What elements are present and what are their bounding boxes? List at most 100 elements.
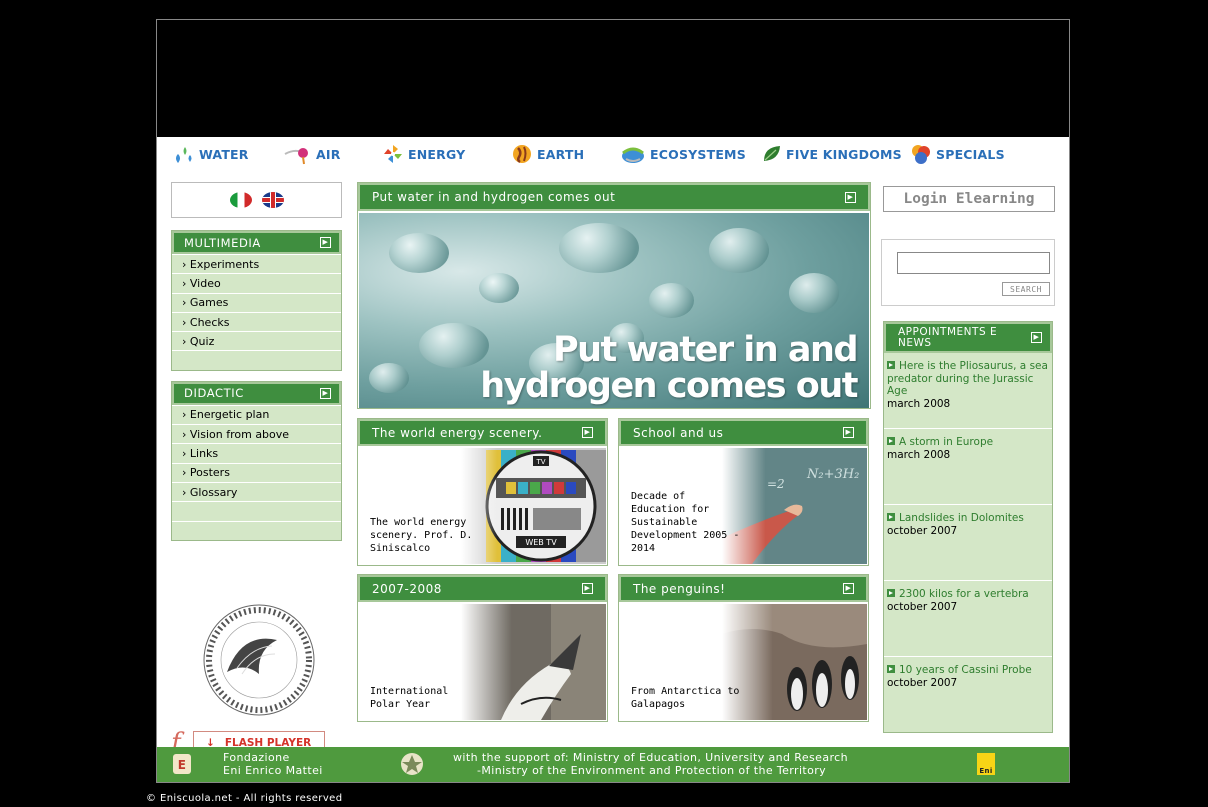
nav-ecosystems-label: ECOSYSTEMS xyxy=(650,146,746,162)
card-text: International Polar Year xyxy=(370,686,449,710)
nav-water-label: WATER xyxy=(199,146,249,162)
specials-circles-icon xyxy=(910,143,932,165)
news-date: october 2007 xyxy=(887,600,958,613)
card-header-text: The world energy scenery. xyxy=(372,425,543,440)
unesco-decade-seal-logo xyxy=(197,602,321,718)
uk-flag-icon[interactable] xyxy=(261,192,284,208)
air-swirl-icon xyxy=(284,143,312,165)
penguins-image xyxy=(722,604,867,720)
svg-text:E: E xyxy=(178,758,187,772)
search-input[interactable] xyxy=(897,252,1050,274)
feature-image-title-line2: hydrogen comes out xyxy=(480,366,858,406)
search-button[interactable]: SEARCH xyxy=(1002,282,1050,296)
nav-air[interactable]: AIR xyxy=(284,143,341,165)
menu-item-quiz[interactable]: › Quiz xyxy=(172,331,341,351)
multimedia-menu: MULTIMEDIA ▶ › Experiments › Video › Gam… xyxy=(171,230,342,371)
header-banner xyxy=(157,20,1069,137)
card-header[interactable]: School and us ▶ xyxy=(619,419,868,446)
news-header[interactable]: APPOINTMENTS E NEWS ▶ xyxy=(884,322,1052,353)
card-header-text: The penguins! xyxy=(633,581,726,596)
foundation-line1: Fondazione xyxy=(223,751,290,764)
copyright-text: © Eniscuola.net - All rights reserved xyxy=(146,793,343,804)
news-link[interactable]: 2300 kilos for a vertebra xyxy=(899,588,1029,600)
italian-republic-emblem-icon[interactable] xyxy=(400,751,424,780)
feature-image-title: Put water in and hydrogen comes out xyxy=(480,330,859,406)
card-text: Decade of Education for Sustainable Deve… xyxy=(631,491,740,554)
card-header[interactable]: 2007-2008 ▶ xyxy=(358,575,607,602)
play-arrow-icon[interactable]: ▶ xyxy=(582,427,593,438)
nav-earth[interactable]: EARTH xyxy=(511,143,584,165)
news-item: Here is the Pliosaurus, a sea predator d… xyxy=(884,353,1052,429)
nav-water[interactable]: WATER xyxy=(173,143,249,165)
bullet-arrow-icon xyxy=(887,361,895,369)
menu-spacer xyxy=(172,520,341,540)
news-date: october 2007 xyxy=(887,524,958,537)
card-energy-scenery: The world energy scenery. ▶ The world en… xyxy=(357,418,608,566)
eni-logo-icon[interactable]: Eni xyxy=(977,753,995,775)
card-body[interactable]: WEB TV TV The world energy scenery. Prof… xyxy=(359,448,606,564)
nav-energy[interactable]: ENERGY xyxy=(382,143,465,165)
menu-item-links[interactable]: › Links xyxy=(172,443,341,463)
card-header[interactable]: The penguins! ▶ xyxy=(619,575,868,602)
news-item: A storm in Europe march 2008 xyxy=(884,429,1052,505)
card-body[interactable]: International Polar Year xyxy=(359,604,606,720)
multimedia-title: MULTIMEDIA xyxy=(184,235,261,250)
nav-specials[interactable]: SPECIALS xyxy=(910,143,1005,165)
menu-item-vision-from-above[interactable]: › Vision from above xyxy=(172,424,341,444)
menu-item-games[interactable]: › Games xyxy=(172,292,341,312)
feem-logo-icon[interactable]: E xyxy=(172,753,192,778)
login-elearning-button[interactable]: Login Elearning xyxy=(883,186,1055,212)
news-panel: APPOINTMENTS E NEWS ▶ Here is the Pliosa… xyxy=(883,321,1053,733)
multimedia-header[interactable]: MULTIMEDIA ▶ xyxy=(172,231,341,254)
card-header-text: School and us xyxy=(633,425,724,440)
search-panel: SEARCH xyxy=(881,239,1055,306)
bullet-arrow-icon xyxy=(887,665,895,673)
italian-flag-icon[interactable] xyxy=(229,192,252,208)
menu-item-video[interactable]: › Video xyxy=(172,273,341,293)
news-link[interactable]: A storm in Europe xyxy=(899,436,993,448)
play-arrow-icon[interactable]: ▶ xyxy=(843,583,854,594)
menu-item-glossary[interactable]: › Glossary xyxy=(172,481,341,502)
energy-pinwheel-icon xyxy=(382,143,404,165)
earth-globe-icon xyxy=(511,143,533,165)
nav-energy-label: ENERGY xyxy=(408,146,466,162)
news-link[interactable]: Landslides in Dolomites xyxy=(899,512,1024,524)
card-header[interactable]: The world energy scenery. ▶ xyxy=(358,419,607,446)
menu-item-checks[interactable]: › Checks xyxy=(172,311,341,332)
feature-image-title-line1: Put water in and xyxy=(552,330,859,370)
play-arrow-icon[interactable]: ▶ xyxy=(845,191,856,203)
menu-item-posters[interactable]: › Posters xyxy=(172,462,341,482)
left-column: MULTIMEDIA ▶ › Experiments › Video › Gam… xyxy=(171,182,342,758)
polar-bird-image xyxy=(461,604,606,720)
news-link[interactable]: 10 years of Cassini Probe xyxy=(899,664,1032,676)
card-body[interactable]: From Antarctica to Galapagos xyxy=(620,604,867,720)
support-text: with the support of: Ministry of Educati… xyxy=(453,751,848,777)
news-title-line2: NEWS xyxy=(898,336,932,349)
support-line2: -Ministry of the Environment and Protect… xyxy=(477,764,827,777)
play-arrow-icon[interactable]: ▶ xyxy=(843,427,854,438)
card-body[interactable]: N₂+3H₂ =2 Decade of Education for Sustai… xyxy=(620,448,867,564)
card-2007-2008: 2007-2008 ▶ International Polar Year xyxy=(357,574,608,722)
play-arrow-icon[interactable]: ▶ xyxy=(320,237,331,248)
support-line1: with the support of: Ministry of Educati… xyxy=(453,751,848,764)
news-item: 2300 kilos for a vertebra october 2007 xyxy=(884,581,1052,657)
feature-header[interactable]: Put water in and hydrogen comes out ▶ xyxy=(358,183,870,211)
water-drops-icon xyxy=(173,143,195,165)
play-arrow-icon[interactable]: ▶ xyxy=(320,387,331,399)
didactic-title: DIDACTIC xyxy=(184,386,244,401)
didactic-header[interactable]: DIDACTIC ▶ xyxy=(172,381,341,405)
news-link[interactable]: Here is the Pliosaurus, a sea predator d… xyxy=(887,360,1048,397)
news-date: october 2007 xyxy=(887,676,958,689)
play-arrow-icon[interactable]: ▶ xyxy=(582,583,593,594)
card-text: From Antarctica to Galapagos xyxy=(631,686,740,710)
nav-ecosystems[interactable]: ECOSYSTEMS xyxy=(620,143,746,165)
nav-five-kingdoms[interactable]: FIVE KINGDOMS xyxy=(762,143,902,165)
news-title: APPOINTMENTS E NEWS xyxy=(898,326,997,349)
feature-image-water-bubbles[interactable]: Put water in and hydrogen comes out xyxy=(359,213,869,408)
menu-item-experiments[interactable]: › Experiments xyxy=(172,254,341,274)
nav-five-kingdoms-label: FIVE KINGDOMS xyxy=(786,146,902,162)
chalkboard-writing-image: N₂+3H₂ =2 xyxy=(722,448,867,564)
menu-item-energetic-plan[interactable]: › Energetic plan xyxy=(172,404,341,425)
play-arrow-icon[interactable]: ▶ xyxy=(1031,332,1042,343)
page-container: WATER AIR ENERGY EARTH ECOSYSTEMS FIVE K… xyxy=(156,19,1070,783)
